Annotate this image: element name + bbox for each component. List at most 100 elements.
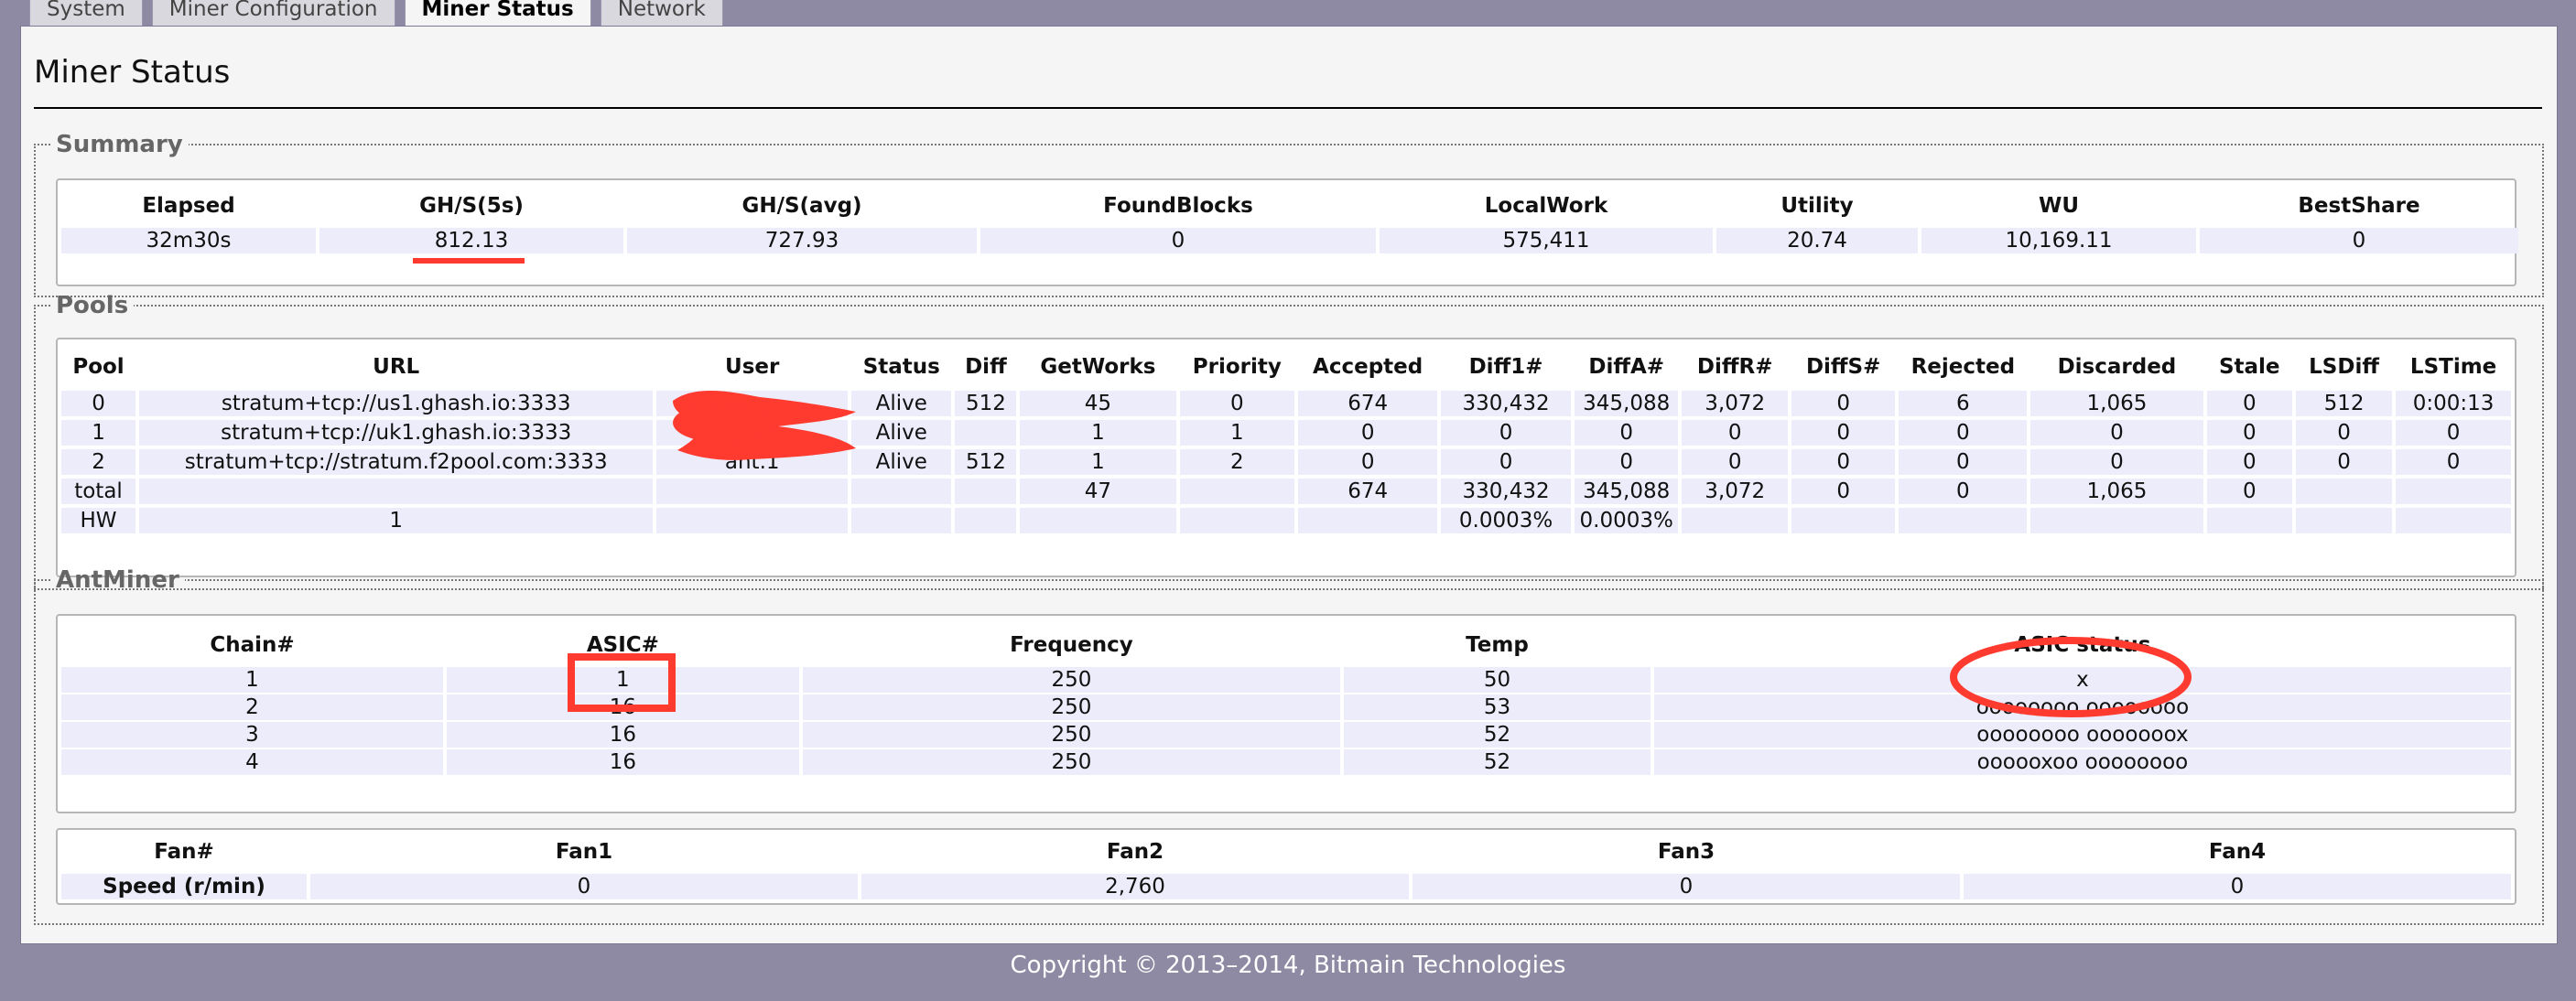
pool-cell: Alive (851, 420, 952, 446)
pool-cell (1179, 508, 1295, 533)
pools-header-lstime: LSTime (2409, 355, 2497, 379)
antminer-header-row: Chain# ASIC# Frequency Temp ASIC status (61, 625, 2511, 665)
summary-header-foundblocks: FoundBlocks (1103, 194, 1253, 218)
summary-cell: 812.13 (319, 228, 623, 253)
summary-table: Elapsed GH/S(5s) GH/S(avg) FoundBlocks Local… (58, 184, 2522, 255)
pool-cell: 1,065 (2030, 479, 2203, 504)
chain-cell: 2 (61, 694, 443, 720)
pools-header-diffr: DiffR# (1696, 355, 1773, 379)
pool-cell: 3,072 (1682, 479, 1788, 504)
chain-cell: 50 (1344, 667, 1651, 693)
tabs: System Miner Configuration Miner Status … (29, 0, 723, 29)
antminer-header-frequency: Frequency (1010, 633, 1133, 657)
pool-row: total 47 674 330,432 345,088 3,072 0 0 1,065 0 (61, 479, 2511, 504)
chain-cell: oooooxoo oooooooo (1653, 749, 2511, 775)
tab-system[interactable]: System (29, 0, 143, 27)
summary-cell: 32m30s (61, 228, 316, 253)
pool-cell (1682, 508, 1788, 533)
pool-cell (1020, 508, 1176, 533)
pool-cell: 330,432 (1441, 391, 1571, 416)
pool-cell: ant.1 (656, 449, 849, 475)
antminer-header-temp: Temp (1466, 633, 1529, 657)
chain-cell: oooooooo ooooooox (1653, 722, 2511, 748)
fans-header-fan: Fan# (154, 840, 214, 864)
summary-cell: 727.93 (627, 228, 977, 253)
pools-header-status: Status (862, 355, 940, 379)
pool-cell: 0 (1574, 420, 1679, 446)
pool-cell (2396, 479, 2511, 504)
pool-cell: 0 (1441, 449, 1571, 475)
main-panel: Miner Status Summary Elapsed GH/S(5s) GH/S… (20, 26, 2558, 944)
pool-row: HW 1 0.0003% 0.0003% (61, 508, 2511, 533)
pools-header-row: Pool URL User Status Diff GetWorks Priority Acc… (61, 347, 2511, 387)
pool-cell: 0 (1574, 449, 1679, 475)
summary-cell: 10,169.11 (1921, 228, 2196, 253)
pool-cell (656, 479, 849, 504)
pool-cell (1298, 508, 1438, 533)
summary-header-localwork: LocalWork (1484, 194, 1608, 218)
summary-header-bestshare: BestShare (2298, 194, 2420, 218)
pool-cell: 0 (1899, 420, 2028, 446)
pools-header-lsdiff: LSDiff (2309, 355, 2379, 379)
pool-cell: 0 (1791, 420, 1896, 446)
pool-cell: 345,088 (1574, 391, 1679, 416)
summary-cell: 0 (980, 228, 1376, 253)
pool-cell: 0 (1441, 420, 1571, 446)
tab-network[interactable]: Network (600, 0, 723, 27)
pools-header-diff1: Diff1# (1468, 355, 1543, 379)
pool-cell: 0 (1899, 479, 2028, 504)
chain-cell: 53 (1344, 694, 1651, 720)
pools-header-diff: Diff (965, 355, 1007, 379)
chain-cell: 16 (446, 749, 799, 775)
summary-header-wu: WU (2038, 194, 2080, 218)
pool-cell: 6 (1899, 391, 2028, 416)
pool-cell (1899, 508, 2028, 533)
pool-cell (656, 508, 849, 533)
pool-cell: 0:00:13 (2396, 391, 2511, 416)
pool-cell: 0 (2206, 420, 2292, 446)
pool-cell: total (61, 479, 136, 504)
tab-miner-configuration[interactable]: Miner Configuration (151, 0, 395, 27)
pool-cell: 0 (1179, 391, 1295, 416)
pool-cell (955, 420, 1017, 446)
pool-cell: 2 (1179, 449, 1295, 475)
antminer-table: Chain# ASIC# Frequency Temp ASIC status 1 1 25… (58, 623, 2515, 777)
summary-cell: 0 (2200, 228, 2518, 253)
pool-cell: 1 (139, 508, 654, 533)
pools-header-diffa: DiffA# (1588, 355, 1665, 379)
pool-cell: 0 (2295, 449, 2393, 475)
pool-row: 1 stratum+tcp://uk1.ghash.io:3333 Alive 1 1 0… (61, 420, 2511, 446)
pool-cell: 0 (2396, 449, 2511, 475)
summary-header-gh-s-avg: GH/S(avg) (741, 194, 862, 218)
summary-header-row: Elapsed GH/S(5s) GH/S(avg) FoundBlocks Local… (61, 186, 2518, 226)
pool-cell (2396, 508, 2511, 533)
chain-cell: 250 (802, 667, 1341, 693)
pool-cell (656, 420, 849, 446)
pools-legend: Pools (56, 292, 129, 319)
pool-cell: 674 (1298, 479, 1438, 504)
fans-header-fan3: Fan3 (1657, 840, 1716, 864)
pool-cell: 512 (955, 391, 1017, 416)
pools-header-rejected: Rejected (1910, 355, 2016, 379)
pool-cell (955, 479, 1017, 504)
pool-cell: 0.0003% (1574, 508, 1679, 533)
chain-cell: 250 (802, 694, 1341, 720)
pool-cell: 0 (2030, 420, 2203, 446)
antminer-header-asic-status: ASIC status (2014, 633, 2151, 657)
chain-cell: 52 (1344, 749, 1651, 775)
pool-cell: 1,065 (2030, 391, 2203, 416)
pool-cell: 0 (1791, 479, 1896, 504)
chain-cell: 16 (446, 722, 799, 748)
pool-cell: 1 (61, 420, 136, 446)
antminer-header-chain: Chain# (210, 633, 295, 657)
pool-row: 2 stratum+tcp://stratum.f2pool.com:3333 an… (61, 449, 2511, 475)
pool-cell (2030, 508, 2203, 533)
chain-cell: 52 (1344, 722, 1651, 748)
pool-cell: stratum+tcp://uk1.ghash.io:3333 (139, 420, 654, 446)
summary-cell: 20.74 (1716, 228, 1918, 253)
pool-cell: HW (61, 508, 136, 533)
pool-cell: 2 (61, 449, 136, 475)
pool-cell: 0 (1682, 420, 1788, 446)
summary-legend: Summary (56, 131, 183, 158)
summary-data-row: 32m30s 812.13 727.93 0 575,411 20.74 10,169.11… (61, 228, 2518, 253)
